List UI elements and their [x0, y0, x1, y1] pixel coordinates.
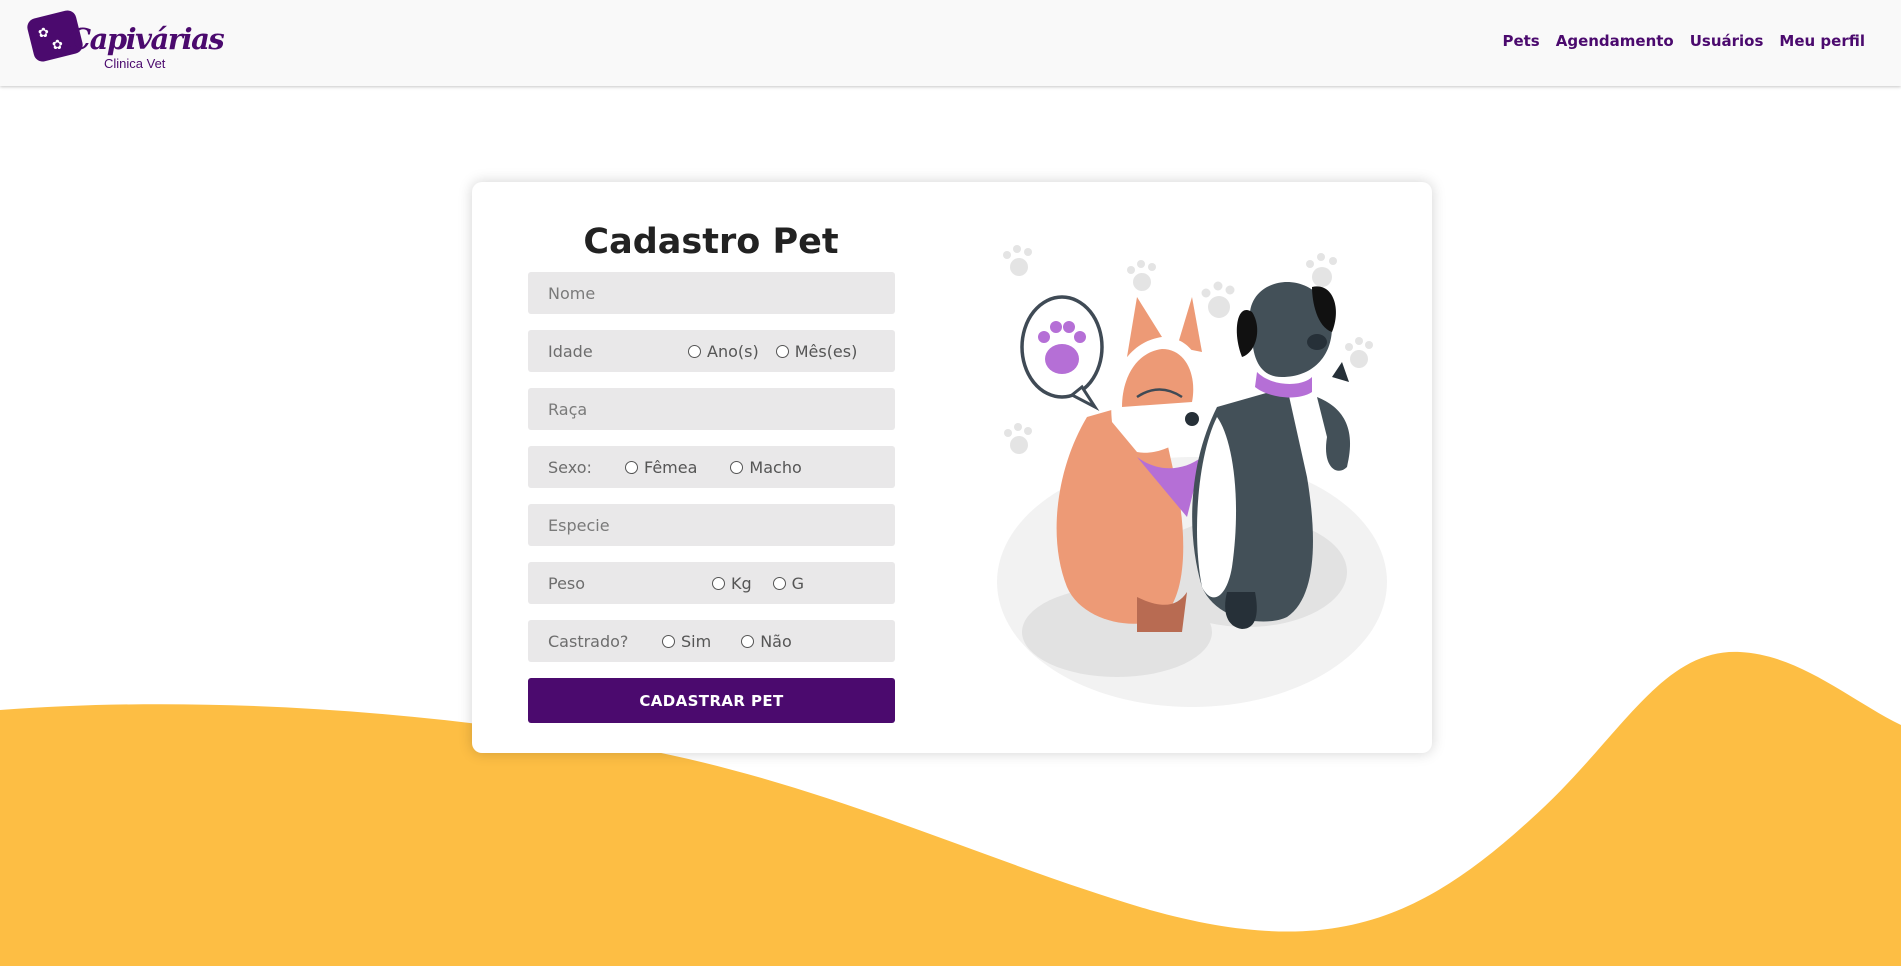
idade-anos-radio[interactable]: Ano(s) [688, 342, 759, 361]
radio-label: Fêmea [644, 457, 698, 477]
radio-circle[interactable] [730, 460, 744, 474]
nav-link-usuarios[interactable]: Usuários [1690, 32, 1764, 50]
paw-icon: ✿ [38, 26, 49, 41]
nav-link-pets[interactable]: Pets [1502, 32, 1539, 50]
sexo-femea-radio[interactable]: Fêmea [625, 458, 697, 477]
nome-input[interactable] [548, 272, 895, 314]
radio-label: Não [760, 631, 792, 651]
paw-icon: ✿ [52, 38, 63, 53]
pet-register-card: Cadastro Pet Idade Ano(s) Mês(es) Sexo: … [472, 182, 1432, 753]
radio-label: G [791, 573, 805, 593]
logo-wordmark: Capivárias [68, 22, 225, 56]
logo-subtitle: Clinica Vet [104, 56, 166, 71]
idade-label: Idade [548, 341, 593, 361]
cadastrar-pet-button[interactable]: CADASTRAR PET [528, 678, 895, 723]
top-navbar: ✿ ✿ Capivárias Clinica Vet Pets Agendame… [0, 0, 1901, 86]
sexo-macho-radio[interactable]: Macho [730, 457, 802, 477]
radio-circle[interactable] [688, 344, 701, 358]
nav-link-agendamento[interactable]: Agendamento [1556, 32, 1674, 50]
castrado-label: Castrado? [548, 631, 629, 651]
peso-kg-radio[interactable]: Kg [712, 574, 752, 593]
radio-label: Kg [731, 573, 752, 593]
nav-link-meu-perfil[interactable]: Meu perfil [1779, 32, 1865, 50]
sexo-label: Sexo: [548, 457, 592, 477]
dogs-illustration [997, 245, 1387, 707]
radio-circle[interactable] [662, 634, 675, 648]
sexo-field: Sexo: Fêmea Macho [528, 446, 895, 488]
main-nav: Pets Agendamento Usuários Meu perfil [1502, 32, 1865, 50]
raca-input[interactable] [548, 388, 895, 430]
peso-g-radio[interactable]: G [772, 573, 805, 593]
castrado-nao-radio[interactable]: Não [741, 632, 792, 651]
radio-label: Ano(s) [707, 341, 759, 361]
castrado-sim-radio[interactable]: Sim [662, 632, 711, 651]
raca-field[interactable] [528, 388, 895, 430]
peso-field: Peso Kg G [528, 562, 895, 604]
peso-label: Peso [548, 573, 586, 593]
idade-meses-radio[interactable]: Mês(es) [775, 341, 858, 361]
radio-label: Mês(es) [794, 341, 858, 361]
radio-label: Macho [749, 457, 802, 477]
capivarias-logo[interactable]: ✿ ✿ Capivárias Clinica Vet [25, 8, 225, 74]
nome-field[interactable] [528, 272, 895, 314]
radio-circle[interactable] [712, 576, 725, 590]
idade-field: Idade Ano(s) Mês(es) [528, 330, 895, 372]
radio-circle[interactable] [741, 634, 755, 648]
radio-circle[interactable] [772, 576, 786, 590]
castrado-field: Castrado? Sim Não [528, 620, 895, 662]
especie-input[interactable] [548, 504, 895, 546]
radio-circle[interactable] [625, 460, 638, 474]
radio-circle[interactable] [775, 344, 789, 358]
radio-label: Sim [681, 631, 712, 651]
especie-field[interactable] [528, 504, 895, 546]
page-title: Cadastro Pet [583, 222, 839, 262]
